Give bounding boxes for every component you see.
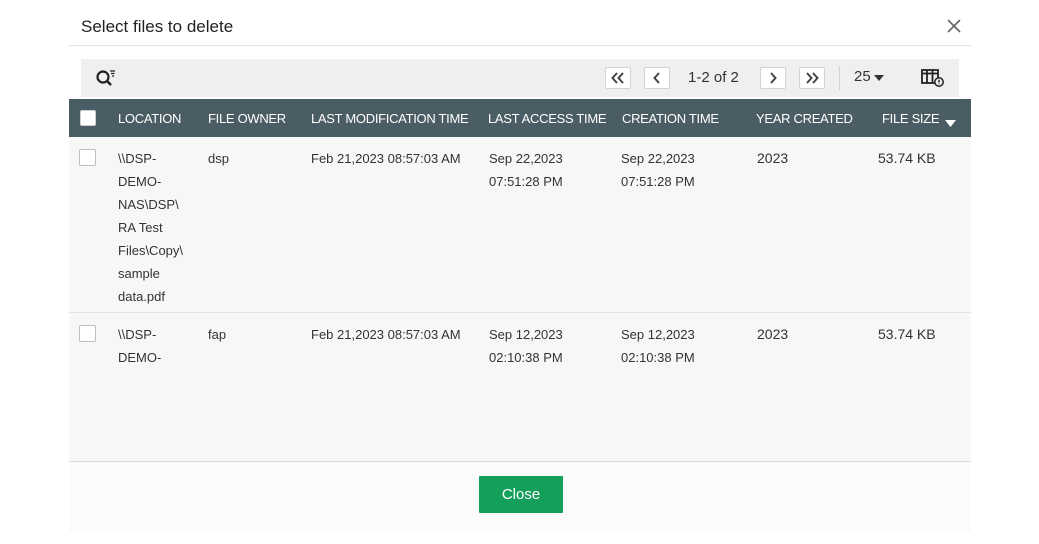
next-page-button[interactable] <box>760 67 786 89</box>
dialog-title: Select files to delete <box>81 17 234 36</box>
search-filter-icon[interactable] <box>95 68 117 88</box>
caret-down-icon <box>873 68 884 85</box>
page-size-value: 25 <box>854 68 871 85</box>
cell-last-access-time: Sep 22,2023 07:51:28 PM <box>489 151 563 189</box>
select-all-checkbox[interactable] <box>80 110 96 126</box>
cell-file-size: 53.74 KB <box>878 150 936 166</box>
dialog-footer: Close <box>69 462 971 532</box>
column-header-file-owner[interactable]: FILE OWNER <box>208 111 286 126</box>
column-header-last-access-time[interactable]: LAST ACCESS TIME <box>488 111 607 126</box>
toolbar-separator <box>839 66 840 90</box>
cell-last-access-time: Sep 12,2023 02:10:38 PM <box>489 327 563 365</box>
previous-page-button[interactable] <box>644 67 670 89</box>
table-body: \\DSP- DEMO- NAS\DSP\ RA Test Files\Copy… <box>69 137 971 461</box>
delete-files-dialog: Select files to delete 1-2 of 2 25 LOCAT… <box>69 0 971 544</box>
double-chevron-right-icon <box>800 72 824 84</box>
column-header-last-modification-time[interactable]: LAST MODIFICATION TIME <box>311 111 469 126</box>
sort-descending-icon[interactable] <box>945 114 956 132</box>
column-chooser-icon[interactable] <box>921 68 945 88</box>
cell-creation-time: Sep 22,2023 07:51:28 PM <box>621 151 695 189</box>
cell-year-created: 2023 <box>757 150 789 166</box>
cell-creation-time: Sep 12,2023 02:10:38 PM <box>621 327 695 365</box>
chevron-left-icon <box>645 72 669 84</box>
page-size-dropdown[interactable]: 25 <box>854 68 884 85</box>
cell-location: \\DSP- DEMO- <box>118 327 162 365</box>
table-row: \\DSP- DEMO- NAS\DSP\ RA Test Files\Copy… <box>69 137 971 313</box>
column-header-file-size[interactable]: FILE SIZE <box>882 111 940 126</box>
pagination-info: 1-2 of 2 <box>688 69 739 86</box>
cell-year-created: 2023 <box>757 326 789 342</box>
cell-file-owner: dsp <box>208 151 229 166</box>
chevron-right-icon <box>761 72 785 84</box>
cell-location: \\DSP- DEMO- NAS\DSP\ RA Test Files\Copy… <box>118 151 184 304</box>
row-checkbox[interactable] <box>79 149 96 166</box>
double-chevron-left-icon <box>606 72 630 84</box>
close-button[interactable]: Close <box>479 476 563 513</box>
table-toolbar: 1-2 of 2 25 <box>81 59 959 97</box>
title-divider <box>69 45 971 46</box>
last-page-button[interactable] <box>799 67 825 89</box>
cell-file-size: 53.74 KB <box>878 326 936 342</box>
cell-last-modification-time: Feb 21,2023 08:57:03 AM <box>311 327 461 342</box>
column-header-year-created[interactable]: YEAR CREATED <box>756 111 853 126</box>
column-header-location[interactable]: LOCATION <box>118 111 181 126</box>
column-header-creation-time[interactable]: CREATION TIME <box>622 111 719 126</box>
close-icon[interactable] <box>942 14 966 38</box>
row-checkbox[interactable] <box>79 325 96 342</box>
table-row: \\DSP- DEMO- fap Feb 21,2023 08:57:03 AM… <box>69 313 971 461</box>
first-page-button[interactable] <box>605 67 631 89</box>
table-header: LOCATION FILE OWNER LAST MODIFICATION TI… <box>69 99 971 137</box>
cell-file-owner: fap <box>208 327 227 342</box>
cell-last-modification-time: Feb 21,2023 08:57:03 AM <box>311 151 461 166</box>
